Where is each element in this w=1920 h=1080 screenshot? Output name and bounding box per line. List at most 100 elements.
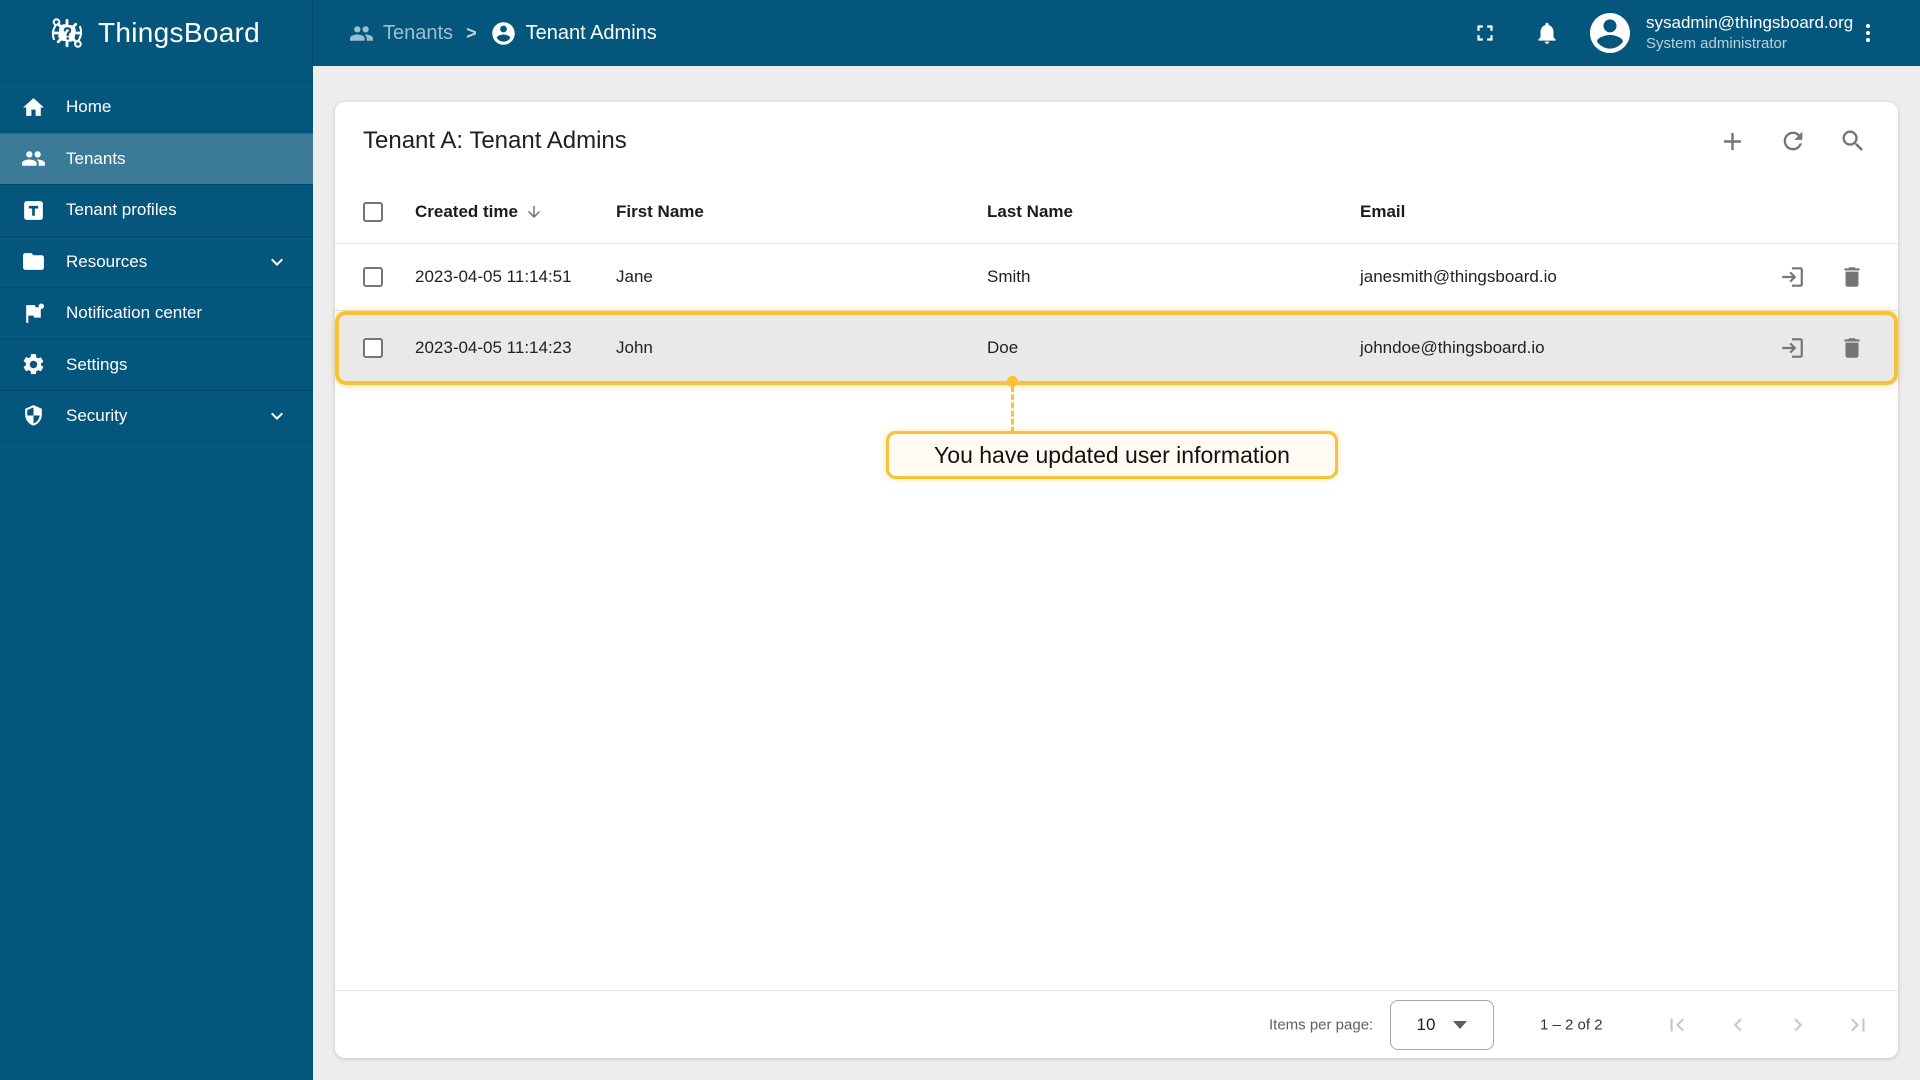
app-logo[interactable]: ThingsBoard [0, 0, 313, 66]
breadcrumb-separator: > [466, 22, 477, 43]
chevron-down-icon [265, 250, 289, 274]
table-row[interactable]: 2023-04-05 11:14:51 Jane Smith janesmith… [335, 244, 1898, 311]
search-icon [1839, 127, 1867, 155]
column-header-last-name[interactable]: Last Name [987, 202, 1073, 222]
user-role: System administrator [1646, 35, 1787, 53]
tutorial-tooltip: You have updated user information [886, 431, 1338, 479]
sort-desc-icon [525, 203, 543, 221]
sidebar: Home Tenants Tenant profiles Resources N… [0, 66, 313, 1080]
sidebar-item-label: Tenants [66, 148, 126, 168]
login-as-user-button[interactable] [1779, 264, 1805, 290]
sidebar-item-label: Settings [66, 354, 128, 374]
more-vert-icon [1856, 21, 1880, 45]
refresh-icon [1779, 127, 1807, 155]
login-as-user-button[interactable] [1779, 335, 1805, 361]
sidebar-item-tenants[interactable]: Tenants [0, 132, 313, 184]
row-checkbox[interactable] [363, 338, 383, 358]
chevron-right-icon [1785, 1012, 1811, 1038]
row-checkbox[interactable] [363, 267, 383, 287]
items-per-page-label: Items per page: [1269, 1016, 1374, 1033]
last-page-icon [1845, 1012, 1871, 1038]
table-toolbar [1718, 127, 1867, 156]
page-title: Tenant A: Tenant Admins [363, 127, 627, 154]
previous-page-button[interactable] [1725, 1012, 1751, 1038]
first-page-button[interactable] [1664, 1012, 1690, 1038]
sidebar-item-settings[interactable]: Settings [0, 338, 313, 391]
add-user-button[interactable] [1718, 127, 1747, 156]
delete-icon [1839, 335, 1865, 361]
sidebar-item-home[interactable]: Home [0, 81, 313, 133]
chevron-left-icon [1725, 1012, 1751, 1038]
user-menu-button[interactable] [1856, 0, 1880, 66]
login-icon [1779, 335, 1805, 361]
cell-last-name: Smith [987, 267, 1031, 286]
column-header-created-time[interactable]: Created time [415, 202, 543, 222]
thingsboard-app: ThingsBoard Tenants > Tenant Admins sysa… [0, 0, 1920, 1080]
table-row-highlighted[interactable]: 2023-04-05 11:14:23 John Doe johndoe@thi… [335, 311, 1898, 385]
table-header-row: Created time First Name Last Name Email [335, 180, 1898, 244]
people-icon [349, 21, 374, 46]
security-shield-icon [21, 403, 46, 428]
search-button[interactable] [1839, 127, 1867, 156]
sidebar-item-label: Tenant profiles [66, 200, 177, 220]
tutorial-connector-line [1011, 386, 1014, 433]
items-per-page-value: 10 [1416, 1014, 1436, 1034]
avatar-icon [1586, 9, 1634, 57]
cell-email: johndoe@thingsboard.io [1360, 338, 1545, 357]
breadcrumb-item-tenants[interactable]: Tenants [349, 21, 453, 46]
first-page-icon [1664, 1012, 1690, 1038]
account-circle-icon [490, 20, 517, 47]
delete-user-button[interactable] [1839, 264, 1865, 290]
folder-icon [21, 249, 46, 274]
thingsboard-logo-icon [46, 12, 88, 54]
cell-first-name: John [616, 338, 653, 357]
cell-last-name: Doe [987, 338, 1019, 357]
tenant-profile-icon [21, 198, 46, 223]
sidebar-item-label: Notification center [66, 303, 203, 323]
breadcrumb-label: Tenant Admins [525, 21, 657, 44]
app-title: ThingsBoard [98, 17, 261, 48]
user-info[interactable]: sysadmin@thingsboard.org System administ… [1646, 0, 1853, 66]
refresh-button[interactable] [1779, 127, 1807, 156]
cell-email: janesmith@thingsboard.io [1360, 267, 1557, 286]
topbar: ThingsBoard Tenants > Tenant Admins sysa… [0, 0, 1920, 66]
select-all-checkbox[interactable] [363, 201, 383, 222]
sidebar-item-resources[interactable]: Resources [0, 235, 313, 288]
home-icon [21, 95, 46, 120]
notifications-button[interactable] [1534, 0, 1560, 66]
login-icon [1779, 264, 1805, 290]
delete-icon [1839, 264, 1865, 290]
sidebar-item-tenant-profiles[interactable]: Tenant profiles [0, 184, 313, 236]
last-page-button[interactable] [1845, 1012, 1871, 1038]
column-header-email[interactable]: Email [1360, 202, 1405, 222]
main-content: Tenant A: Tenant Admins Created time Fir… [313, 66, 1920, 1080]
user-email: sysadmin@thingsboard.org [1646, 13, 1854, 33]
chevron-down-icon [265, 404, 289, 428]
notification-flag-icon [21, 301, 46, 326]
delete-user-button[interactable] [1839, 335, 1865, 361]
people-icon [21, 146, 46, 171]
table-paginator: Items per page: 10 1 – 2 of 2 [335, 990, 1898, 1058]
tutorial-tooltip-text: You have updated user information [934, 441, 1290, 468]
sidebar-item-label: Home [66, 97, 112, 117]
breadcrumb-label: Tenants [383, 21, 454, 44]
user-avatar[interactable] [1586, 0, 1634, 66]
sidebar-item-security[interactable]: Security [0, 390, 313, 442]
breadcrumb-item-tenant-admins: Tenant Admins [490, 20, 657, 47]
settings-gear-icon [21, 352, 46, 377]
sidebar-item-notification-center[interactable]: Notification center [0, 287, 313, 339]
cell-created-time: 2023-04-05 11:14:23 [415, 338, 572, 357]
dropdown-arrow-icon [1453, 1020, 1468, 1029]
tutorial-connector-dot [1007, 376, 1018, 387]
items-per-page-select[interactable]: 10 [1390, 999, 1494, 1050]
breadcrumb: Tenants > Tenant Admins [349, 0, 657, 66]
next-page-button[interactable] [1785, 1012, 1811, 1038]
column-header-first-name[interactable]: First Name [616, 202, 704, 222]
page-range-label: 1 – 2 of 2 [1540, 1016, 1603, 1033]
bell-icon [1534, 20, 1560, 46]
add-icon [1718, 127, 1747, 156]
fullscreen-button[interactable] [1472, 0, 1498, 66]
tenant-admins-card: Tenant A: Tenant Admins Created time Fir… [335, 102, 1898, 1058]
fullscreen-icon [1472, 20, 1498, 46]
sidebar-item-label: Security [66, 405, 128, 425]
